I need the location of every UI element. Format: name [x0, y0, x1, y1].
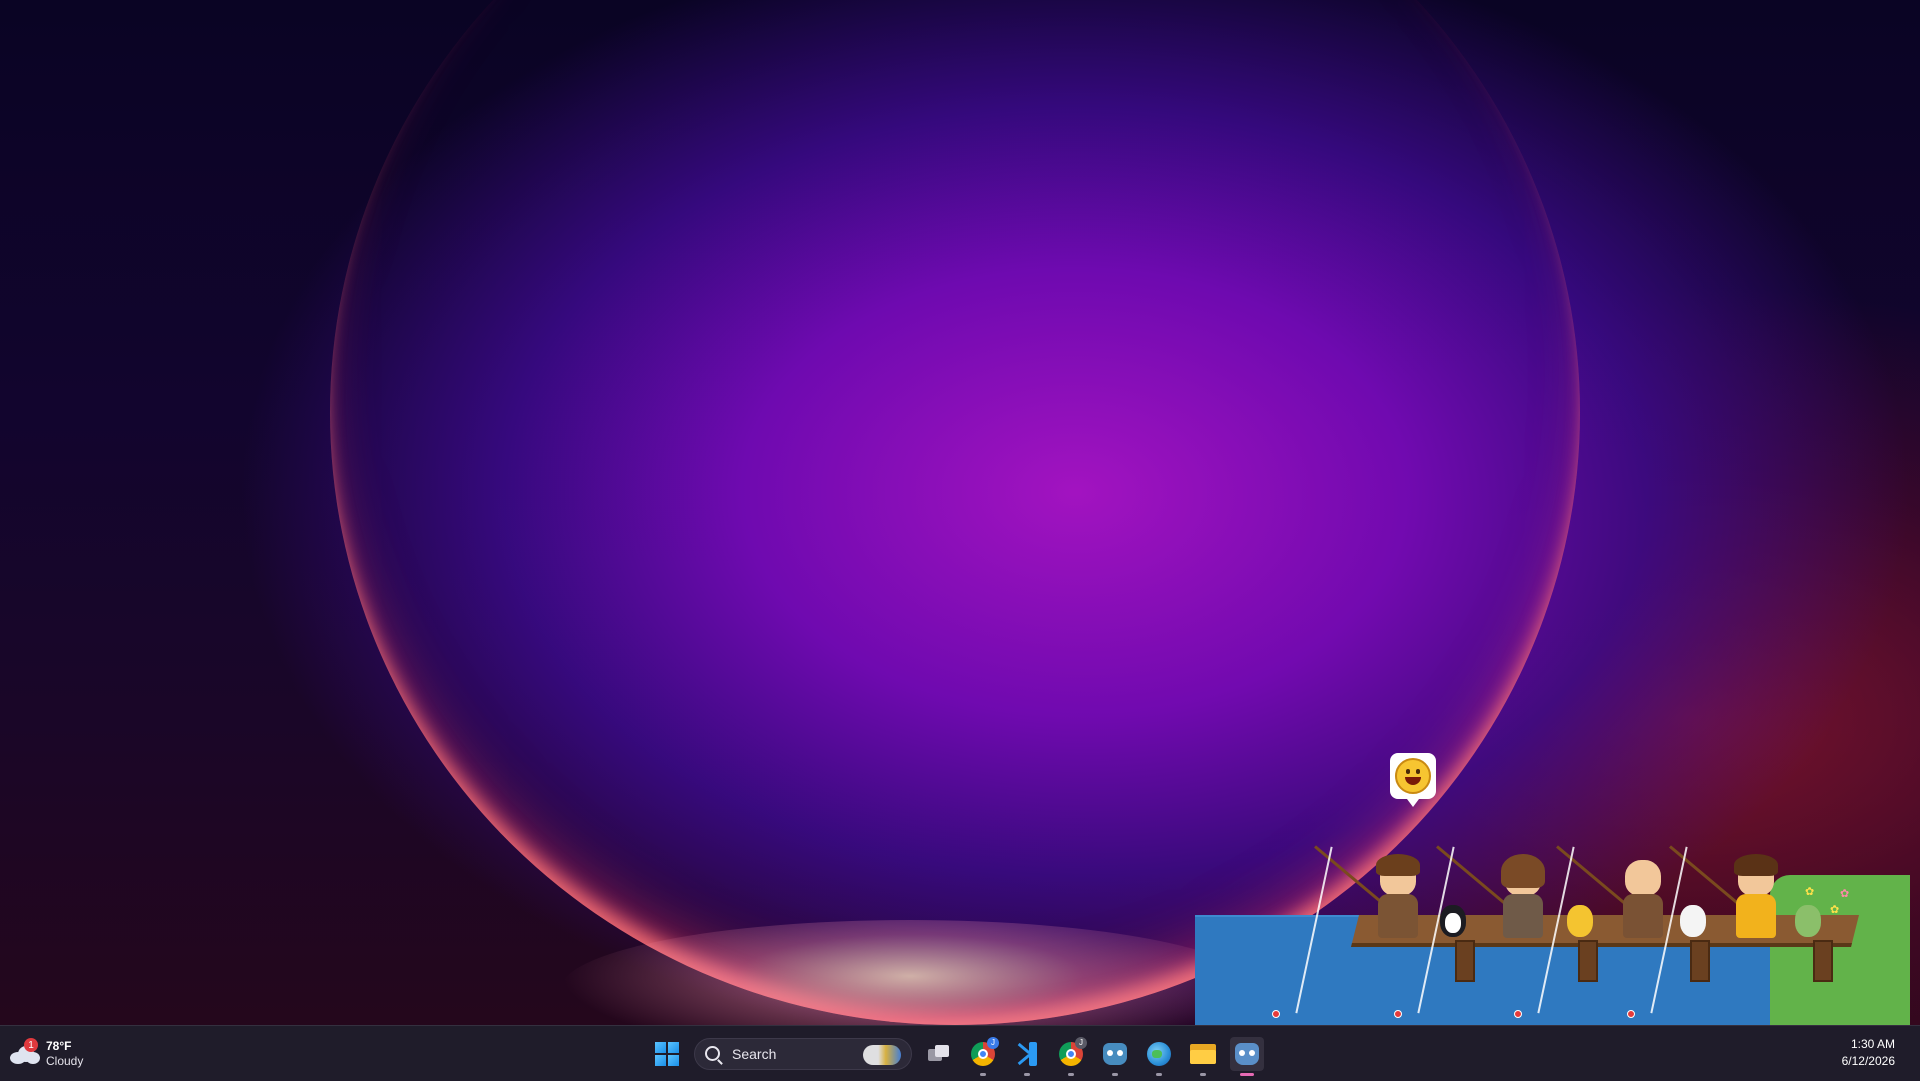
penguin-pet — [1440, 905, 1466, 937]
godot-button[interactable] — [1098, 1037, 1132, 1076]
profile-badge: J — [1075, 1036, 1087, 1049]
weather-temperature: 78°F — [46, 1039, 72, 1053]
bobber — [1627, 1010, 1635, 1018]
fisher-character — [1615, 860, 1671, 938]
bobber — [1272, 1010, 1280, 1018]
vscode-icon — [1015, 1041, 1039, 1066]
pier-post — [1813, 940, 1833, 982]
taskbar-apps: J J — [650, 1026, 1264, 1081]
taskbar: 1 78°F Cloudy J — [0, 1025, 1920, 1081]
godot-icon — [1103, 1042, 1127, 1065]
system-clock[interactable]: 1:30 AM 6/12/2026 — [1842, 1036, 1895, 1070]
bobber — [1514, 1010, 1522, 1018]
file-explorer-icon — [1190, 1043, 1216, 1064]
globe-app-button[interactable] — [1142, 1037, 1176, 1076]
cloud-icon: 1 — [10, 1038, 40, 1066]
windows-start-icon — [655, 1041, 679, 1066]
fisher-character — [1495, 854, 1551, 938]
desktop-wallpaper: ✿ ✿ ✿ — [0, 0, 1920, 1025]
pier-post — [1690, 940, 1710, 982]
bobber — [1394, 1010, 1402, 1018]
fisher-character — [1370, 854, 1426, 938]
start-button[interactable] — [650, 1037, 684, 1071]
search-input[interactable] — [730, 1044, 854, 1063]
pier-post — [1455, 940, 1475, 982]
search-highlight-icon — [863, 1044, 901, 1065]
clock-time: 1:30 AM — [1850, 1037, 1895, 1051]
taskbar-search[interactable] — [694, 1037, 912, 1070]
clock-date: 6/12/2026 — [1841, 1054, 1895, 1068]
vscode-button[interactable] — [1010, 1037, 1044, 1076]
fishing-scene: ✿ ✿ ✿ — [1195, 745, 1910, 1025]
weather-widget[interactable]: 1 78°F Cloudy — [10, 1034, 83, 1074]
globe-icon — [1147, 1041, 1171, 1066]
cat-pet — [1567, 905, 1593, 937]
wallpaper-orb-glow — [560, 920, 1260, 1025]
task-view-icon — [928, 1044, 950, 1063]
fisher-character — [1728, 854, 1784, 938]
frog-pet — [1795, 905, 1821, 937]
weather-alert-badge: 1 — [24, 1038, 38, 1052]
pier-post — [1578, 940, 1598, 982]
task-view-button[interactable] — [922, 1037, 956, 1071]
godot-active-button[interactable] — [1230, 1036, 1264, 1076]
grass-bank: ✿ ✿ ✿ — [1770, 875, 1910, 1025]
chrome-profile-button[interactable]: J — [1054, 1036, 1088, 1076]
weather-condition: Cloudy — [46, 1054, 84, 1068]
godot-icon — [1235, 1042, 1259, 1065]
search-icon — [705, 1046, 720, 1061]
file-explorer-button[interactable] — [1186, 1037, 1220, 1076]
dog-pet — [1680, 905, 1706, 937]
chrome-button[interactable]: J — [966, 1036, 1000, 1076]
profile-badge: J — [987, 1036, 999, 1049]
